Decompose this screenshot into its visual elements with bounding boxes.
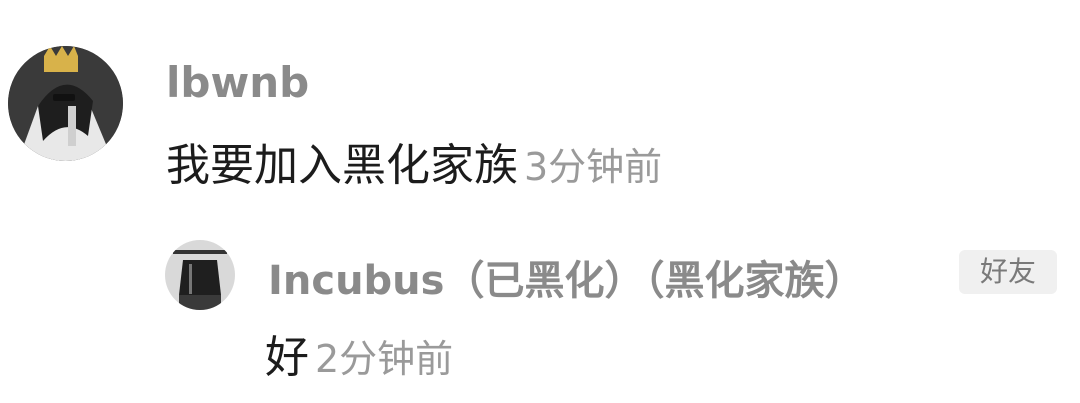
avatar[interactable] — [8, 46, 123, 161]
comment-text: 好 — [265, 332, 309, 383]
comment-body: 我要加入黑化家族 3分钟前 — [166, 140, 662, 193]
username[interactable]: Incubus（已黑化）（黑化家族） — [268, 248, 864, 306]
comment-item[interactable]: lbwnb 我要加入黑化家族 3分钟前 — [0, 0, 1080, 220]
reply-item[interactable]: Incubus（已黑化）（黑化家族） 好友 好 2分钟前 — [0, 220, 1080, 403]
comment-body: 好 2分钟前 — [265, 332, 453, 385]
comment-text: 我要加入黑化家族 — [166, 140, 518, 191]
timestamp: 3分钟前 — [524, 145, 663, 189]
friend-badge: 好友 — [959, 250, 1057, 294]
avatar[interactable] — [165, 240, 235, 310]
timestamp: 2分钟前 — [315, 337, 454, 381]
username[interactable]: lbwnb — [166, 58, 309, 107]
